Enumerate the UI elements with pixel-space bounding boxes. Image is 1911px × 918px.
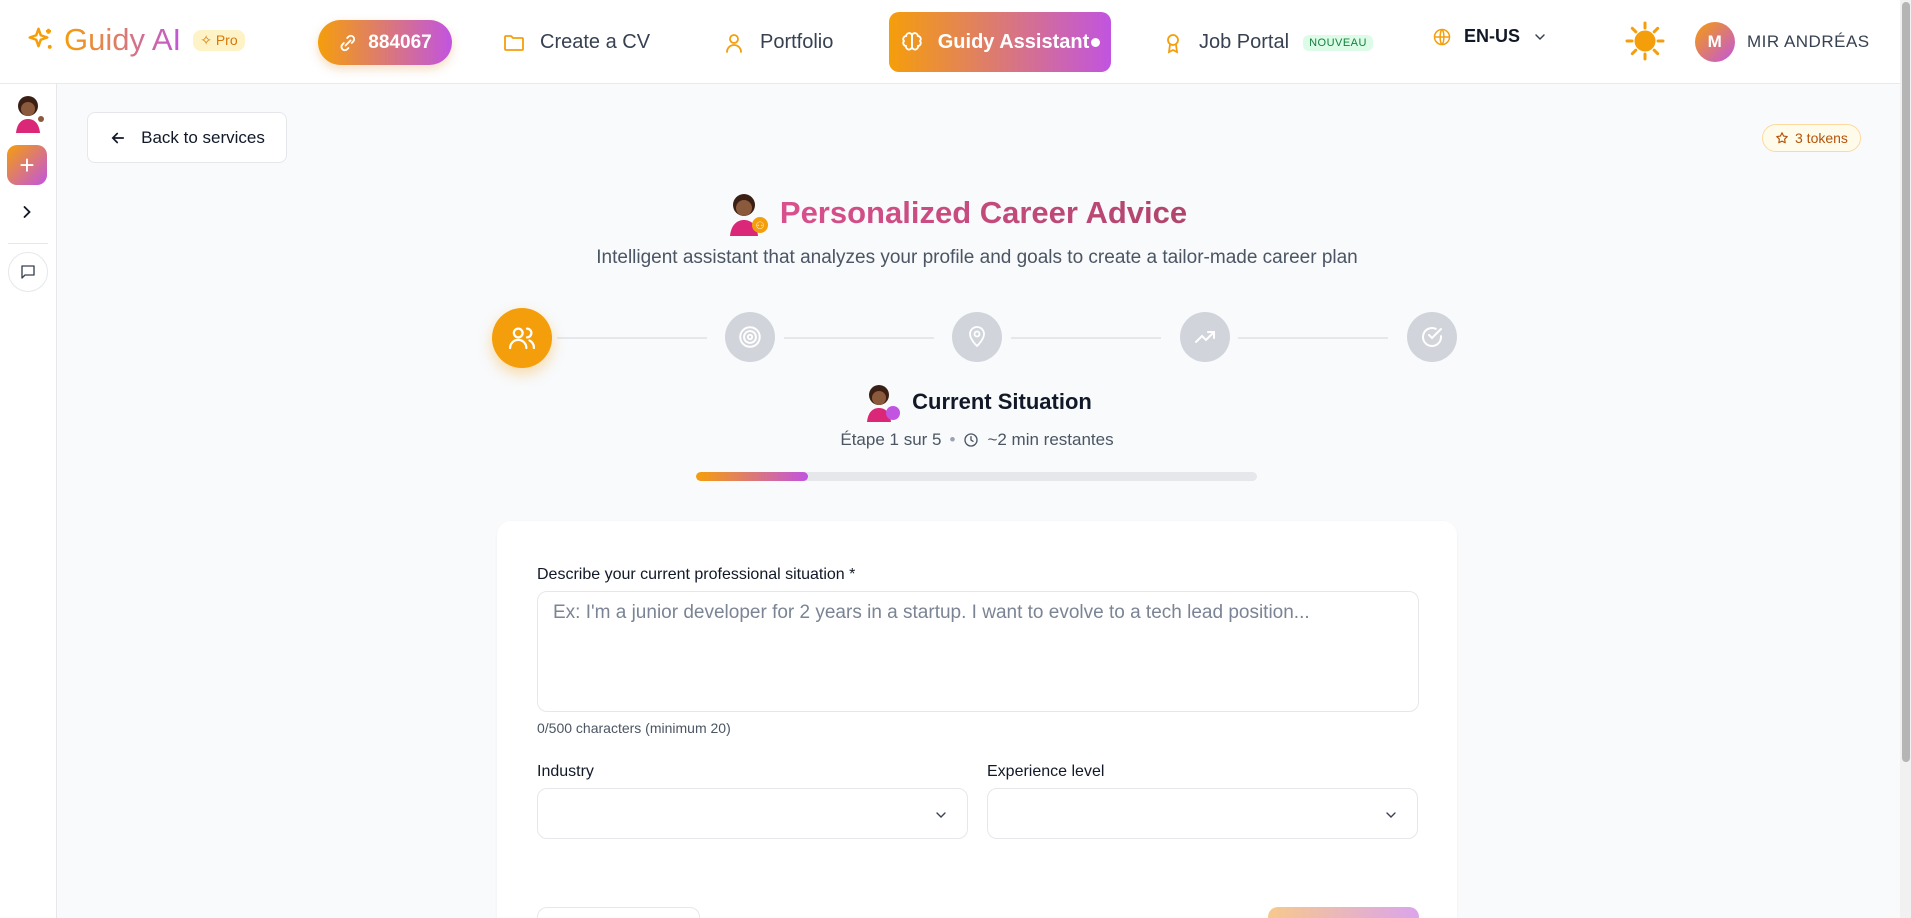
- character-counter: 0/500 characters (minimum 20): [537, 720, 731, 736]
- top-navigation: Guidy AI ✧ Pro 884067 Create a CV Portfo…: [0, 0, 1900, 84]
- step-4-growth[interactable]: [1180, 312, 1230, 362]
- tokens-badge: 3 tokens: [1762, 124, 1861, 152]
- avatar: M: [1695, 22, 1735, 62]
- step-connector: [784, 337, 934, 339]
- step-meta: Étape 1 sur 5 • ~2 min restantes: [0, 430, 1911, 450]
- user-icon: [722, 31, 746, 55]
- nav-job-portal[interactable]: Job Portal NOUVEAU: [1161, 20, 1373, 65]
- nav-portfolio[interactable]: Portfolio: [722, 20, 833, 65]
- current-step-title: Current Situation: [912, 389, 1092, 414]
- scrollbar[interactable]: [1900, 0, 1911, 918]
- previous-button[interactable]: [537, 907, 700, 918]
- new-badge: NOUVEAU: [1303, 34, 1373, 51]
- assistant-avatar-icon: [862, 382, 902, 422]
- check-circle-icon: [1422, 327, 1442, 347]
- situation-label: Describe your current professional situa…: [537, 566, 856, 583]
- back-to-services-button[interactable]: Back to services: [87, 112, 287, 163]
- brand-logo[interactable]: Guidy AI ✧ Pro: [26, 22, 245, 58]
- page-title: Personalized Career Advice: [779, 195, 1188, 230]
- step-connector: [557, 337, 707, 339]
- scrollbar-thumb[interactable]: [1902, 2, 1910, 762]
- brand-name: Guidy AI: [64, 22, 182, 57]
- clock-icon: [963, 432, 979, 448]
- nav-create-cv[interactable]: Create a CV: [502, 20, 650, 65]
- industry-label: Industry: [537, 763, 594, 780]
- chevron-down-icon: [933, 807, 949, 823]
- step-3-location[interactable]: [952, 312, 1002, 362]
- form-card: Describe your current professional situa…: [497, 521, 1457, 918]
- step-connector: [1011, 337, 1161, 339]
- points-value: 884067: [368, 31, 432, 53]
- language-selector[interactable]: EN-US: [1432, 26, 1548, 47]
- page-header: ⚇ Personalized Career Advice: [0, 190, 1911, 236]
- step-2-goals[interactable]: [725, 312, 775, 362]
- nav-label: Create a CV: [540, 31, 651, 53]
- award-icon: [1161, 31, 1185, 55]
- pro-badge: ✧ Pro: [193, 29, 245, 51]
- situation-textarea[interactable]: [537, 591, 1419, 712]
- plus-icon: +: [19, 149, 35, 180]
- page-subtitle: Intelligent assistant that analyzes your…: [596, 247, 1358, 268]
- user-name: MIR ANDRÉAS: [1747, 32, 1870, 51]
- map-pin-icon: [969, 326, 985, 348]
- assistant-avatar-icon[interactable]: [8, 93, 48, 133]
- trending-up-icon: [1195, 331, 1215, 343]
- sparkles-icon: [26, 25, 56, 55]
- industry-select[interactable]: [537, 788, 968, 839]
- separator-dot: •: [949, 430, 956, 449]
- nav-label: Job Portal: [1199, 31, 1290, 53]
- user-menu[interactable]: M MIR ANDRÉAS: [1695, 22, 1870, 62]
- assistant-avatar-icon: ⚇: [724, 190, 770, 236]
- users-icon: [509, 327, 536, 350]
- svg-text:⚇: ⚇: [755, 221, 764, 232]
- divider: [8, 243, 48, 244]
- step-counter: Étape 1 sur 5: [840, 430, 942, 449]
- folder-icon: [502, 31, 526, 55]
- back-label: Back to services: [141, 127, 265, 147]
- experience-label: Experience level: [987, 763, 1105, 780]
- brain-icon: [900, 30, 924, 54]
- link-icon: [338, 33, 358, 53]
- globe-icon: [1432, 27, 1452, 47]
- chevron-down-icon: [1532, 29, 1548, 45]
- tokens-count: 3 tokens: [1795, 130, 1848, 146]
- step-heading: Current Situation: [0, 382, 1911, 422]
- active-dot: [1091, 37, 1101, 47]
- target-icon: [739, 326, 761, 348]
- points-button[interactable]: 884067: [318, 20, 452, 65]
- stepper: [492, 308, 1457, 368]
- star-icon: [1775, 131, 1789, 145]
- step-connector: [1238, 337, 1388, 339]
- sun-icon[interactable]: [1624, 20, 1666, 62]
- arrow-left-icon: [109, 129, 127, 147]
- chevron-down-icon: [1383, 807, 1399, 823]
- step-1-current-situation[interactable]: [492, 308, 552, 368]
- experience-level-select[interactable]: [987, 788, 1418, 839]
- next-button[interactable]: [1268, 907, 1419, 918]
- language-value: EN-US: [1464, 26, 1521, 46]
- progress-bar: [696, 472, 1257, 481]
- nav-label: Portfolio: [760, 31, 834, 53]
- new-chat-button[interactable]: +: [7, 145, 47, 185]
- time-remaining: ~2 min restantes: [987, 430, 1114, 449]
- step-5-review[interactable]: [1407, 312, 1457, 362]
- progress-fill: [696, 472, 809, 481]
- nav-guidy-assistant[interactable]: Guidy Assistant: [889, 12, 1111, 72]
- nav-label: Guidy Assistant: [937, 30, 1090, 53]
